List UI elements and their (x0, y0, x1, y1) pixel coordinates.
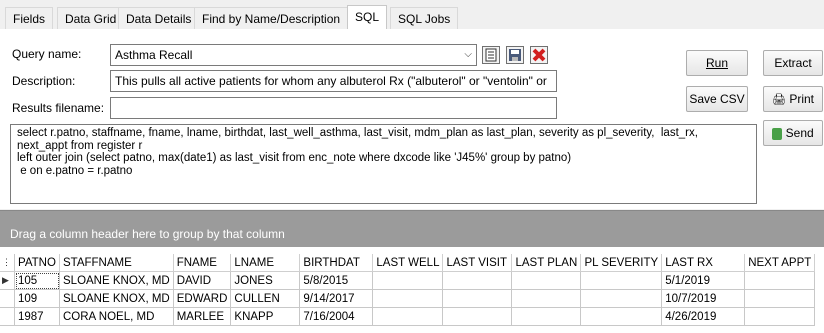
cell[interactable] (442, 307, 513, 326)
row-indicator-icon: ▶ (0, 271, 15, 290)
tab-sql-jobs[interactable]: SQL Jobs (390, 7, 459, 29)
cell[interactable]: MARLEE (173, 307, 232, 326)
col-header-last-visit[interactable]: LAST VISIT (442, 254, 513, 272)
table-row[interactable]: 1987 CORA NOEL, MD MARLEE KNAPP 7/16/200… (0, 307, 816, 326)
group-by-panel[interactable]: Drag a column header here to group by th… (0, 211, 824, 247)
col-header-pl-severity[interactable]: PL SEVERITY (580, 254, 663, 272)
tab-data-details[interactable]: Data Details (118, 7, 200, 29)
cell[interactable] (580, 307, 663, 326)
cell[interactable]: EDWARD (173, 289, 232, 308)
cell[interactable] (511, 271, 582, 290)
row-indicator (0, 289, 15, 308)
cell[interactable] (580, 271, 663, 290)
cell[interactable] (511, 289, 582, 308)
cell[interactable] (372, 307, 444, 326)
cell[interactable] (511, 307, 582, 326)
col-header-staffname[interactable]: STAFFNAME (59, 254, 174, 272)
extract-button[interactable]: Extract (763, 50, 823, 76)
description-field[interactable]: This pulls all active patients for whom … (110, 70, 557, 92)
results-grid: Drag a column header here to group by th… (0, 210, 824, 333)
col-header-birthdat[interactable]: BIRTHDAT (299, 254, 374, 272)
cell[interactable]: 1987 (14, 307, 60, 326)
col-header-last-well[interactable]: LAST WELL (372, 254, 444, 272)
cell[interactable]: 10/7/2019 (661, 289, 746, 308)
cell[interactable] (744, 307, 816, 326)
cell[interactable] (744, 289, 816, 308)
cell[interactable]: SLOANE KNOX, MD (59, 289, 174, 308)
cell[interactable] (442, 289, 513, 308)
send-icon (772, 127, 783, 140)
cell[interactable] (372, 271, 444, 290)
table-row[interactable]: ▶ 105 SLOANE KNOX, MD DAVID JONES 5/8/20… (0, 271, 816, 290)
cell[interactable]: CORA NOEL, MD (59, 307, 174, 326)
save-csv-button[interactable]: Save CSV (686, 86, 748, 112)
query-name-value: Asthma Recall (115, 48, 193, 62)
cell[interactable]: JONES (230, 271, 301, 290)
description-label: Description: (12, 74, 76, 88)
col-header-last-rx[interactable]: LAST RX (661, 254, 746, 272)
col-header-lname[interactable]: LNAME (230, 254, 301, 272)
print-button[interactable]: 🖨 Print (763, 86, 823, 112)
col-header-last-plan[interactable]: LAST PLAN (511, 254, 582, 272)
cell[interactable] (744, 271, 816, 290)
results-table: ⋮ PATNO STAFFNAME FNAME LNAME BIRTHDAT L… (0, 254, 816, 326)
column-chooser-icon[interactable]: ⋮ (0, 254, 15, 272)
tab-bar: Fields Data Grid Data Details Find by Na… (0, 0, 824, 30)
tab-data-grid[interactable]: Data Grid (57, 7, 125, 29)
cell[interactable]: KNAPP (230, 307, 301, 326)
cell[interactable] (580, 289, 663, 308)
chevron-down-icon[interactable]: ⌵ (464, 45, 472, 65)
results-filename-label: Results filename: (12, 101, 105, 115)
cell[interactable]: 4/26/2019 (661, 307, 746, 326)
query-name-label: Query name: (12, 47, 82, 61)
cell[interactable]: 9/14/2017 (299, 289, 374, 308)
tab-find-by-name[interactable]: Find by Name/Description (194, 7, 349, 29)
cell[interactable]: 105 (14, 271, 60, 290)
sql-panel: Query name: Asthma Recall ⌵ Description:… (0, 29, 824, 209)
cell[interactable]: 5/8/2015 (299, 271, 374, 290)
col-header-patno[interactable]: PATNO (14, 254, 60, 272)
tab-sql[interactable]: SQL (347, 5, 388, 30)
table-row[interactable]: 109 SLOANE KNOX, MD EDWARD CULLEN 9/14/2… (0, 289, 816, 308)
cell[interactable] (372, 289, 444, 308)
cell[interactable]: 109 (14, 289, 60, 308)
cell[interactable]: SLOANE KNOX, MD (59, 271, 174, 290)
printer-icon: 🖨 (772, 94, 786, 106)
cell[interactable]: 7/16/2004 (299, 307, 374, 326)
cell[interactable] (442, 271, 513, 290)
cell[interactable]: 5/1/2019 (661, 271, 746, 290)
tab-fields[interactable]: Fields (5, 7, 54, 29)
col-header-fname[interactable]: FNAME (173, 254, 232, 272)
col-header-next-appt[interactable]: NEXT APPT (744, 254, 816, 272)
header-row: ⋮ PATNO STAFFNAME FNAME LNAME BIRTHDAT L… (0, 254, 816, 272)
sql-editor[interactable]: select r.patno, staffname, fname, lname,… (10, 124, 757, 204)
cell[interactable]: DAVID (173, 271, 232, 290)
run-button[interactable]: Run (686, 50, 748, 76)
cell[interactable]: CULLEN (230, 289, 301, 308)
delete-icon[interactable] (530, 46, 548, 64)
save-icon[interactable] (506, 46, 524, 64)
row-indicator (0, 307, 15, 326)
query-name-combo[interactable]: Asthma Recall ⌵ (110, 44, 477, 66)
list-icon[interactable] (482, 46, 500, 64)
send-button[interactable]: Send (763, 120, 823, 146)
results-filename-field[interactable] (110, 97, 557, 119)
